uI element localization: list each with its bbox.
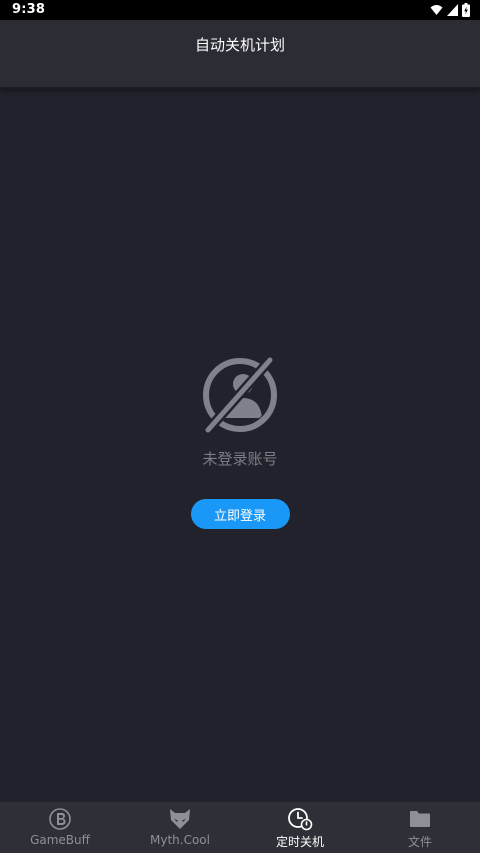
- wifi-icon: [430, 4, 443, 16]
- battery-icon: [462, 3, 470, 17]
- timer-clock-icon: [287, 807, 313, 831]
- signal-icon: [447, 4, 458, 16]
- nav-label-gamebuff: GameBuff: [30, 833, 90, 847]
- app-header: 自动关机计划: [0, 20, 480, 89]
- gamebuff-logo-icon: [47, 807, 73, 831]
- login-now-button[interactable]: 立即登录: [190, 499, 290, 529]
- status-time: 9:38: [12, 2, 46, 17]
- nav-item-files[interactable]: 文件: [360, 802, 480, 853]
- page-title: 自动关机计划: [194, 36, 285, 54]
- empty-state: 未登录账号 立即登录: [0, 354, 480, 529]
- bottom-nav: GameBuff Myth.Cool 定时关机 文件: [0, 802, 480, 853]
- folder-icon: [407, 807, 433, 831]
- nav-item-mythcool[interactable]: Myth.Cool: [120, 802, 240, 853]
- nav-label-timer-shutdown: 定时关机: [275, 835, 324, 849]
- nav-item-gamebuff[interactable]: GameBuff: [0, 802, 120, 853]
- nav-label-files: 文件: [407, 835, 432, 849]
- nav-label-mythcool: Myth.Cool: [150, 833, 210, 847]
- fox-logo-icon: [167, 807, 193, 831]
- no-account-icon: [200, 354, 280, 434]
- nav-item-timer-shutdown[interactable]: 定时关机: [240, 802, 360, 853]
- status-icons: [430, 3, 470, 17]
- status-bar: 9:38: [0, 0, 480, 20]
- app-screen: 9:38 自动关机计划 未登录账号 立即登录 GameBuff Myth.Coo…: [0, 0, 480, 853]
- not-logged-in-message: 未登录账号: [202, 450, 278, 468]
